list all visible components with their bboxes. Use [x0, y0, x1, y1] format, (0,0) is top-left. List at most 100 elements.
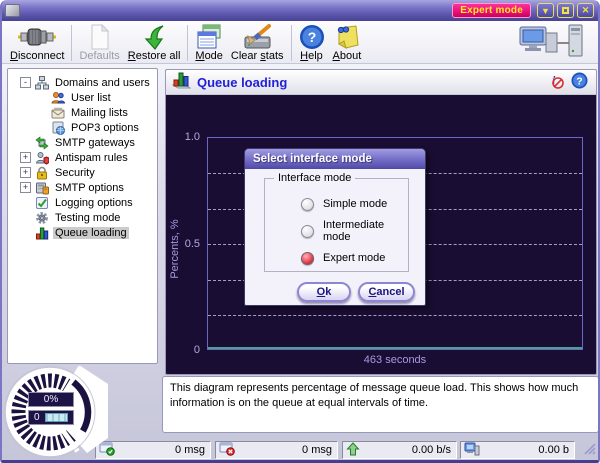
sidebar-item-testing-mode[interactable]: Testing mode: [8, 210, 157, 225]
mail-rejected-icon: [219, 442, 235, 459]
minimize-icon: ▼: [541, 6, 550, 16]
mailing-lists-icon: [51, 106, 65, 120]
queue-load-series-line: [208, 347, 582, 349]
expand-box-icon[interactable]: +: [20, 167, 31, 178]
status-value: 0 msg: [175, 444, 205, 456]
close-button[interactable]: ✕: [577, 3, 594, 18]
gauge-lcd-icon: [45, 413, 68, 422]
security-lock-icon: [35, 166, 49, 180]
sidebar-item-domains-and-users[interactable]: - Domains and users: [8, 75, 157, 90]
radio-simple-mode[interactable]: Simple mode: [301, 197, 387, 211]
info-disabled-icon[interactable]: i: [547, 72, 564, 92]
mail-server-admin-window: Expert mode ▼ ✕ Disconnect Defaults Rest…: [0, 0, 600, 463]
defaults-label: Defaults: [79, 50, 119, 62]
status-rejected-messages: 0 msg: [215, 441, 338, 459]
page-title: Queue loading: [197, 75, 287, 90]
domains-icon: [35, 76, 49, 90]
mode-label: Mode: [195, 50, 223, 62]
radio-label: Simple mode: [323, 198, 387, 210]
restore-all-icon: [141, 23, 167, 50]
minimize-button[interactable]: ▼: [537, 3, 554, 18]
maximize-button[interactable]: [557, 3, 574, 18]
restore-all-button[interactable]: Restore all: [124, 22, 185, 62]
radio-expert-mode[interactable]: Expert mode: [301, 251, 385, 265]
disconnect-label: Disconnect: [10, 50, 64, 62]
sidebar-item-mailing-lists[interactable]: Mailing lists: [8, 105, 157, 120]
sidebar-item-label: Testing mode: [53, 212, 122, 224]
defaults-icon: [89, 23, 111, 50]
interface-mode-group: Interface mode Simple mode Intermediate …: [264, 178, 409, 272]
disconnect-button[interactable]: Disconnect: [6, 22, 68, 62]
collapse-box-icon[interactable]: -: [20, 77, 31, 88]
expand-box-icon[interactable]: +: [20, 152, 31, 163]
sidebar-item-label: Domains and users: [53, 77, 152, 89]
sidebar-item-smtp-options[interactable]: + SMTP options: [8, 180, 157, 195]
queue-loading-chart-icon: [35, 226, 49, 240]
sidebar-item-user-list[interactable]: User list: [8, 90, 157, 105]
group-label: Interface mode: [274, 172, 355, 184]
upload-speed-icon: [346, 442, 360, 459]
status-value: 0.00 b: [538, 444, 569, 456]
about-button[interactable]: About: [329, 22, 366, 62]
resize-grip[interactable]: [581, 440, 596, 458]
radio-label: Expert mode: [323, 252, 385, 264]
sidebar-item-label: Queue loading: [53, 227, 129, 239]
toolbar-separator: [291, 25, 292, 61]
sidebar-item-label: Antispam rules: [53, 152, 130, 164]
sidebar-item-label: POP3 options: [69, 122, 141, 134]
title-bar: Expert mode ▼ ✕: [0, 0, 600, 21]
radio-intermediate-mode[interactable]: Intermediate mode: [301, 224, 408, 238]
mode-button[interactable]: Mode: [191, 22, 227, 62]
radio-selected-icon[interactable]: [301, 252, 314, 265]
svg-text:?: ?: [576, 76, 582, 88]
sidebar-item-logging-options[interactable]: Logging options: [8, 195, 157, 210]
sidebar-item-antispam-rules[interactable]: + Antispam rules: [8, 150, 157, 165]
status-transfer-speed: 0.00 b/s: [342, 441, 457, 459]
sidebar-tree: - Domains and users User list Mailing li…: [7, 68, 158, 364]
mode-icon: [196, 23, 222, 50]
connection-status-icon: [518, 23, 584, 62]
expert-mode-badge: Expert mode: [452, 3, 531, 18]
status-received-messages: 0 msg: [95, 441, 211, 459]
panel-help-icon[interactable]: ?: [571, 72, 588, 92]
help-label: Help: [300, 50, 323, 62]
y-tick-1.0: 1.0: [170, 131, 200, 143]
radio-icon[interactable]: [301, 198, 314, 211]
user-list-icon: [51, 91, 65, 105]
app-icon: [5, 4, 20, 17]
help-button[interactable]: ? Help: [295, 22, 329, 62]
gauge-count-display: 0: [28, 410, 74, 425]
antispam-rules-icon: [35, 151, 49, 165]
pop3-options-icon: [51, 121, 65, 135]
sidebar-item-label: User list: [69, 92, 113, 104]
expand-box-icon[interactable]: +: [20, 182, 31, 193]
gauge-percent-display: 0%: [28, 392, 74, 407]
radio-label: Intermediate mode: [323, 219, 408, 243]
sidebar-item-pop3-options[interactable]: POP3 options: [8, 120, 157, 135]
panel-header: Queue loading i ?: [166, 70, 596, 95]
clear-stats-button[interactable]: Clear stats: [227, 22, 288, 62]
select-interface-mode-dialog: Select interface mode Interface mode Sim…: [244, 148, 426, 306]
status-value: 0.00 b/s: [412, 444, 451, 456]
x-axis-label: 463 seconds: [207, 354, 583, 366]
description-box: This diagram represents percentage of me…: [162, 376, 599, 433]
gauge-count-value: 0: [34, 412, 40, 423]
cancel-button[interactable]: Cancel: [358, 282, 415, 302]
status-value: 0 msg: [302, 444, 332, 456]
sidebar-item-smtp-gateways[interactable]: SMTP gateways: [8, 135, 157, 150]
sidebar-item-label: Security: [53, 167, 97, 179]
radio-icon[interactable]: [301, 225, 314, 238]
sidebar-item-label: SMTP gateways: [53, 137, 137, 149]
status-total-traffic: 0.00 b: [460, 441, 575, 459]
sidebar-item-queue-loading[interactable]: Queue loading: [8, 225, 157, 240]
smtp-options-icon: [35, 181, 49, 195]
ok-button[interactable]: Ok: [297, 282, 351, 302]
about-label: About: [333, 50, 362, 62]
sidebar-item-security[interactable]: + Security: [8, 165, 157, 180]
help-icon: ?: [299, 23, 325, 50]
svg-text:?: ?: [307, 29, 316, 45]
sidebar-item-label: Mailing lists: [69, 107, 130, 119]
defaults-button[interactable]: Defaults: [75, 22, 123, 62]
close-icon: ✕: [582, 5, 590, 16]
y-tick-0.5: 0.5: [170, 238, 200, 250]
